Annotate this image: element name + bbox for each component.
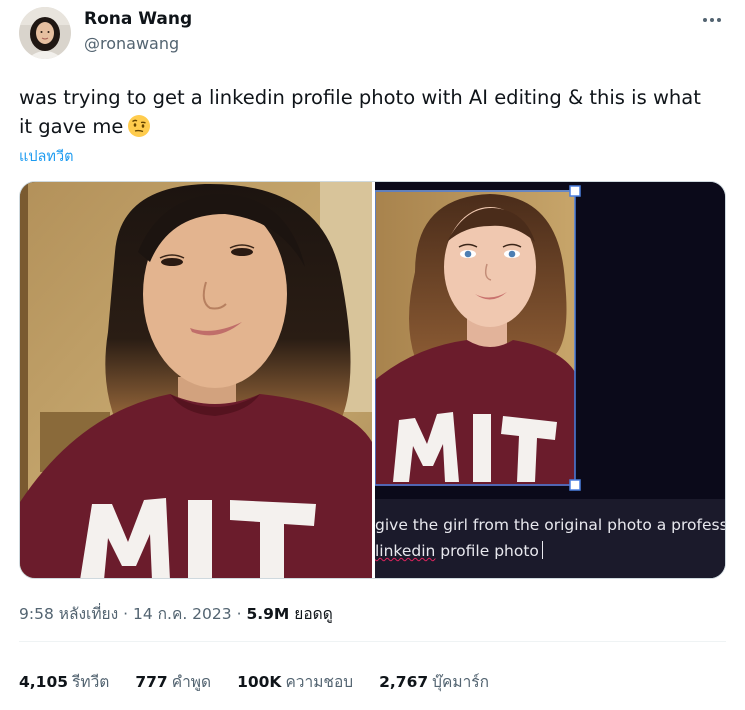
quotes-stat[interactable]: 777 คำพูด bbox=[135, 669, 211, 694]
more-options-icon[interactable] bbox=[701, 10, 723, 30]
views-label: ยอดดู bbox=[294, 605, 333, 623]
author-name[interactable]: Rona Wang bbox=[84, 8, 192, 30]
retweets-stat[interactable]: 4,105 รีทวีต bbox=[19, 669, 109, 694]
original-photo[interactable] bbox=[20, 182, 372, 578]
prompt-line-2: linkedin profile photo bbox=[375, 541, 544, 560]
tweet-header: Rona Wang @ronawang bbox=[19, 7, 729, 61]
author-handle[interactable]: @ronawang bbox=[84, 33, 192, 55]
bookmarks-label: บุ๊คมาร์ก bbox=[432, 673, 489, 691]
ai-prompt-box[interactable]: give the girl from the original photo a … bbox=[375, 499, 726, 578]
media-grid: give the girl from the original photo a … bbox=[19, 181, 726, 579]
bookmarks-count: 2,767 bbox=[379, 673, 429, 691]
retweets-label: รีทวีต bbox=[72, 673, 110, 691]
meta-separator: · bbox=[236, 605, 242, 623]
tweet-text: was trying to get a linkedin profile pho… bbox=[19, 83, 719, 146]
text-caret bbox=[541, 541, 544, 559]
retweets-count: 4,105 bbox=[19, 673, 69, 691]
avatar[interactable] bbox=[19, 7, 71, 59]
quotes-label: คำพูด bbox=[171, 673, 212, 691]
divider-line bbox=[19, 641, 726, 642]
likes-stat[interactable]: 100K ความชอบ bbox=[237, 669, 353, 694]
prompt-line-1: give the girl from the original photo a … bbox=[375, 516, 726, 534]
views-count[interactable]: 5.9M bbox=[246, 605, 289, 623]
prompt-line-2-rest: profile photo bbox=[435, 542, 539, 560]
tweet-body: was trying to get a linkedin profile pho… bbox=[19, 86, 701, 138]
bookmarks-stat[interactable]: 2,767 บุ๊คมาร์ก bbox=[379, 669, 489, 694]
translate-link[interactable]: แปลทวีต bbox=[19, 145, 74, 168]
quotes-count: 777 bbox=[135, 673, 168, 691]
engagement-stats: 4,105 รีทวีต 777 คำพูด 100K ความชอบ 2,767 บุ… bbox=[19, 669, 515, 694]
meta-separator: · bbox=[123, 605, 129, 623]
prompt-misspelled-word: linkedin bbox=[375, 542, 436, 560]
likes-label: ความชอบ bbox=[285, 673, 354, 691]
tweet-time[interactable]: 9:58 หลังเที่ยง bbox=[19, 605, 118, 623]
likes-count: 100K bbox=[237, 673, 282, 691]
tweet-date[interactable]: 14 ก.ค. 2023 bbox=[133, 605, 232, 623]
tweet-meta: 9:58 หลังเที่ยง · 14 ก.ค. 2023 · 5.9M ยอ… bbox=[19, 601, 333, 626]
raised-eyebrow-emoji-icon bbox=[127, 114, 151, 146]
